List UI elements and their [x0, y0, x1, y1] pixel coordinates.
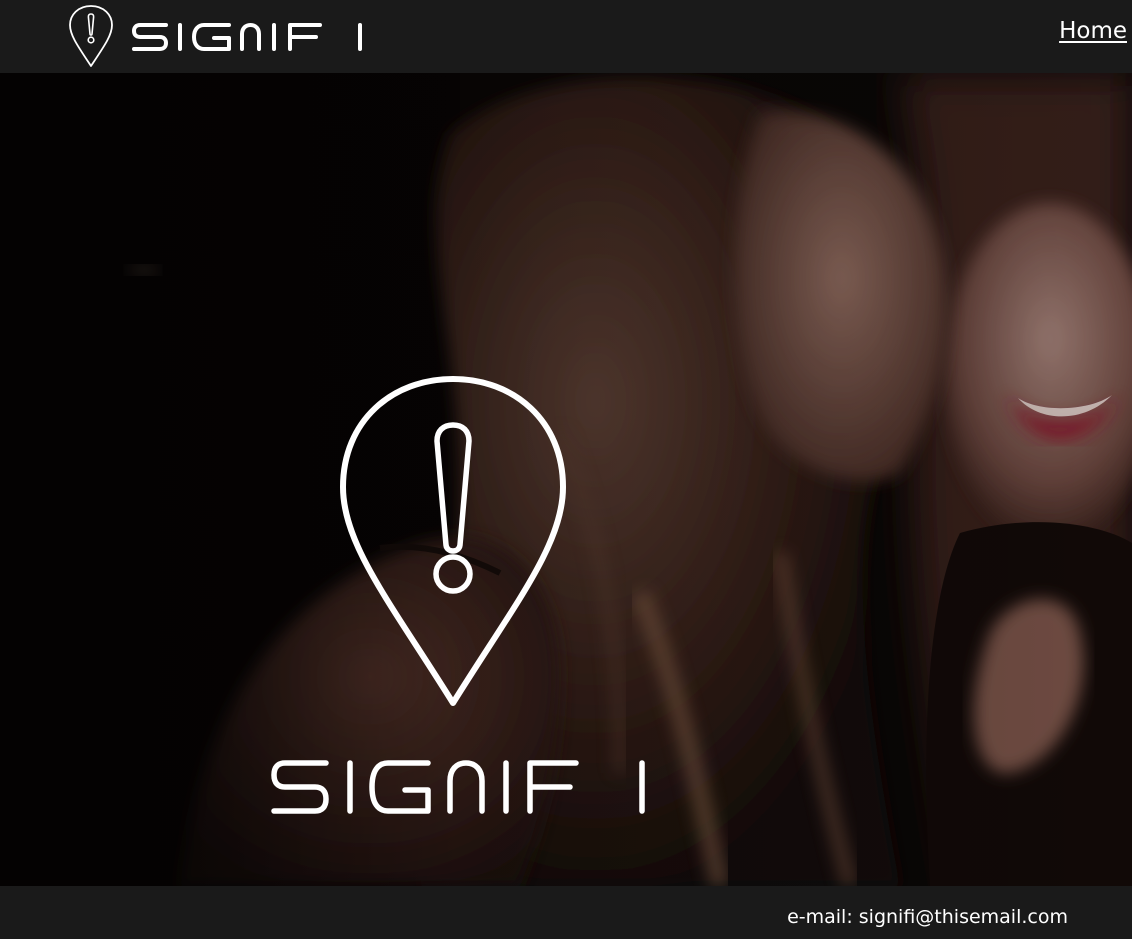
page: Home e-mail: signifi@thisemail.com	[0, 0, 1132, 939]
nav-home-link[interactable]: Home	[1059, 17, 1127, 45]
footer-email-text: e-mail: signifi@thisemail.com	[787, 906, 1068, 928]
hero-wordmark	[271, 760, 645, 814]
pin-exclamation-icon	[340, 376, 566, 706]
hero-section	[0, 73, 1132, 886]
top-navigation-bar: Home	[0, 0, 1132, 73]
brand-wordmark	[132, 22, 362, 51]
hero-logo	[270, 375, 650, 827]
brand-logo-link[interactable]	[66, 0, 366, 73]
map-pin-exclamation-icon	[69, 4, 113, 67]
footer: e-mail: signifi@thisemail.com	[0, 886, 1132, 939]
